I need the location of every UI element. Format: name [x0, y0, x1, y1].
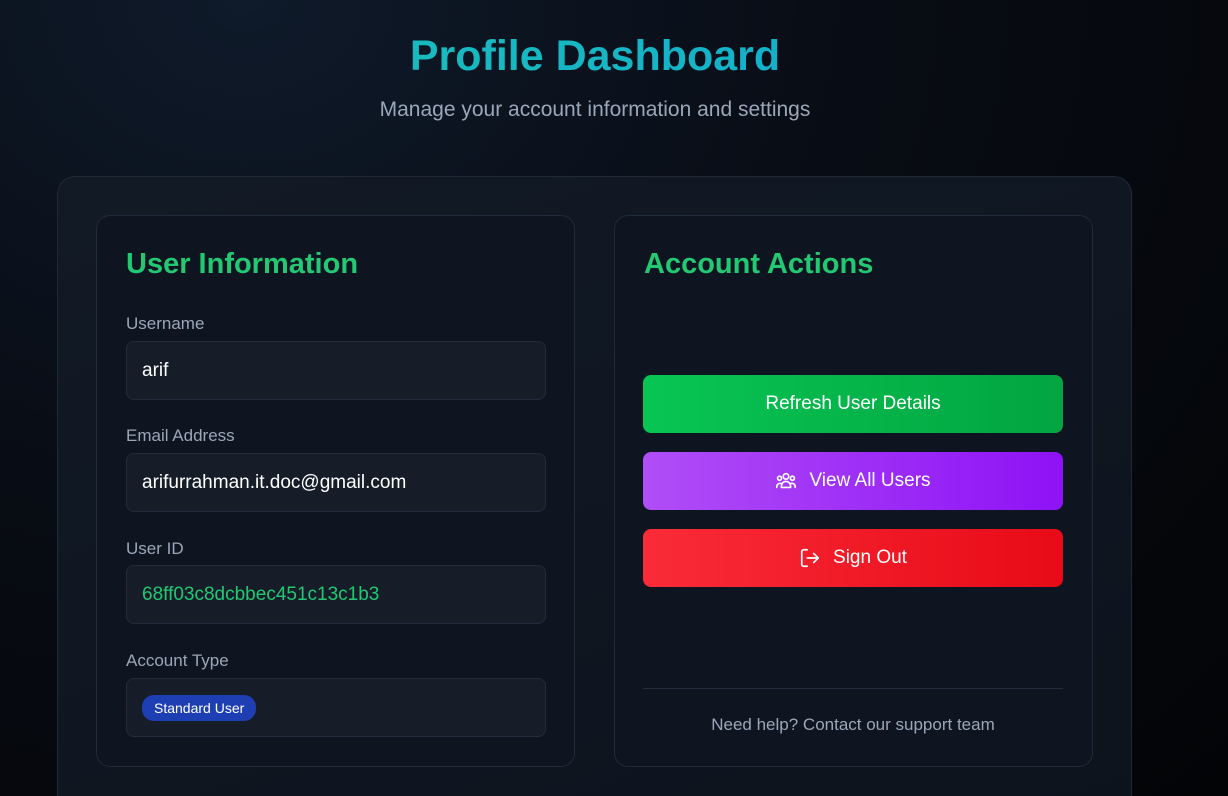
email-label: Email Address: [126, 426, 235, 445]
username-field: arif: [126, 341, 546, 400]
help-divider: [643, 688, 1063, 689]
account-type-label: Account Type: [126, 651, 229, 670]
user-id-field: 68ff03c8dcbbec451c13c1b3: [126, 565, 546, 624]
support-help-text: Need help? Contact our support team: [711, 715, 995, 734]
sign-out-icon: [799, 547, 821, 569]
view-all-users-label: View All Users: [809, 470, 931, 491]
users-icon: [775, 470, 797, 492]
sign-out-button[interactable]: Sign Out: [643, 529, 1063, 587]
account-actions-panel: Account Actions Refresh User Details Vie…: [614, 215, 1093, 767]
email-field: arifurrahman.it.doc@gmail.com: [126, 453, 546, 512]
username-label: Username: [126, 314, 205, 333]
email-value: arifurrahman.it.doc@gmail.com: [142, 471, 407, 493]
sign-out-label: Sign Out: [833, 547, 907, 568]
refresh-user-details-button[interactable]: Refresh User Details: [643, 375, 1063, 433]
page-title: Profile Dashboard: [0, 32, 1190, 81]
user-id-label: User ID: [126, 539, 184, 558]
account-type-badge: Standard User: [142, 694, 257, 721]
user-information-title: User Information: [126, 248, 359, 280]
account-actions-title: Account Actions: [644, 248, 874, 280]
view-all-users-button[interactable]: View All Users: [643, 452, 1063, 510]
account-type-field: Standard User: [126, 678, 546, 737]
refresh-user-details-label: Refresh User Details: [765, 393, 941, 414]
page-subtitle: Manage your account information and sett…: [379, 98, 811, 121]
user-id-value: 68ff03c8dcbbec451c13c1b3: [142, 583, 380, 605]
username-value: arif: [142, 359, 169, 381]
user-information-panel: User Information Username arif Email Add…: [96, 215, 575, 767]
